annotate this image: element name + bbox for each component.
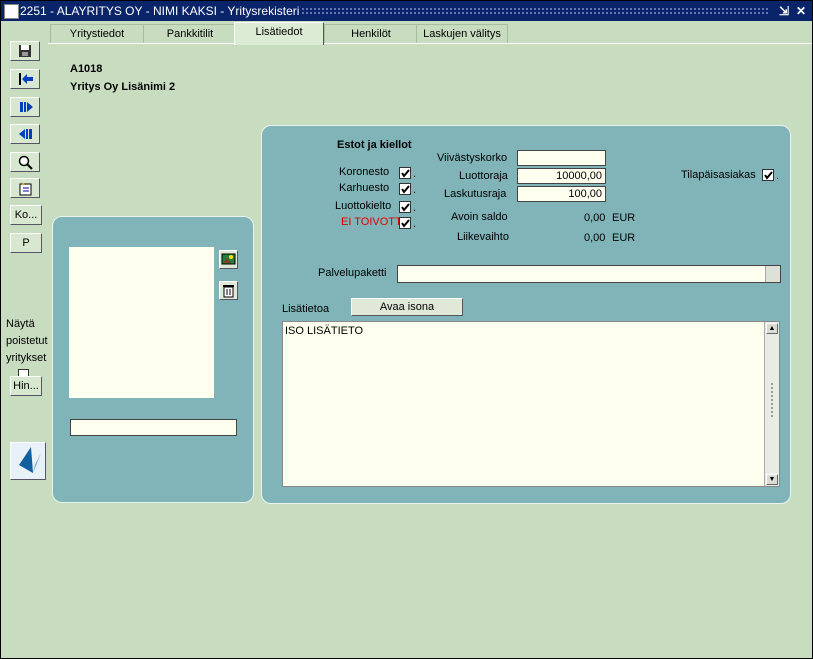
p-button[interactable]: P — [10, 233, 42, 253]
luottoraja-label: Luottoraja — [459, 170, 508, 182]
koronesto-label: Koronesto — [339, 166, 390, 178]
record-id: A1018 — [70, 63, 103, 75]
check-icon — [401, 203, 410, 212]
scroll-down-arrow-icon[interactable]: ▼ — [766, 474, 778, 485]
left-toolbar: Ko... P Näytä poistetut yritykset Hin... — [2, 22, 48, 658]
main-window: 2251 - ALAYRITYS OY - NIMI KAKSI - Yrity… — [0, 0, 813, 659]
search-button[interactable] — [10, 152, 40, 172]
logo-icon — [19, 447, 41, 473]
magnifier-icon — [18, 155, 33, 170]
tilapaisasiakas-checkbox[interactable] — [762, 169, 774, 181]
image-panel — [52, 216, 254, 503]
notes-text: ISO LISÄTIETO — [285, 325, 364, 337]
notes-textarea[interactable]: ISO LISÄTIETO ▲ ▼ — [282, 321, 780, 487]
check-icon — [401, 169, 410, 178]
dropdown-button[interactable] — [765, 266, 780, 282]
tab-underline — [48, 43, 812, 44]
luottokielto-label: Luottokielto — [335, 200, 392, 212]
laskutusraja-label: Laskutusraja — [444, 188, 507, 200]
palvelupaketti-label: Palvelupaketti — [318, 267, 387, 279]
avoin-saldo-value: 0,00 — [584, 212, 606, 224]
save-button[interactable] — [10, 41, 40, 61]
previous-record-button[interactable] — [10, 124, 40, 144]
image-area[interactable] — [69, 247, 214, 398]
new-document-icon — [19, 182, 32, 196]
check-icon — [764, 171, 773, 180]
first-record-button[interactable] — [10, 69, 40, 89]
floppy-disk-icon — [19, 45, 31, 57]
liikevaihto-unit: EUR — [612, 232, 636, 244]
karhuesto-checkbox[interactable] — [399, 183, 411, 195]
karhuesto-label: Karhuesto — [339, 182, 390, 194]
palvelupaketti-select[interactable] — [397, 265, 781, 283]
lisatietoa-label: Lisätietoa — [282, 303, 330, 315]
ei-toivottu-checkbox[interactable] — [399, 217, 411, 229]
tab-henkilot[interactable]: Henkilöt — [324, 24, 418, 43]
delete-image-button[interactable] — [219, 281, 238, 300]
close-window-button[interactable]: ✕ — [796, 4, 806, 18]
avoin-saldo-label: Avoin saldo — [451, 211, 508, 223]
previous-arrow-icon — [19, 129, 32, 139]
trash-icon — [223, 285, 234, 298]
record-name: Yritys Oy Lisänimi 2 — [70, 81, 176, 93]
next-arrow-icon — [20, 102, 33, 112]
tab-yritystiedot[interactable]: Yritystiedot — [50, 24, 144, 43]
new-record-button[interactable] — [10, 178, 40, 198]
avaa-isona-button[interactable]: Avaa isona — [351, 298, 463, 316]
insert-image-button[interactable] — [219, 250, 238, 269]
details-panel: Estot ja kiellot Koronesto . Karhuesto .… — [261, 125, 791, 504]
luottoraja-field[interactable]: 10000,00 — [517, 168, 606, 184]
show-deleted-label: Näytä poistetut yritykset — [6, 318, 48, 364]
ko-button[interactable]: Ko... — [10, 205, 42, 225]
liikevaihto-label: Liikevaihto — [457, 231, 509, 243]
tab-laskujen-valitys[interactable]: Laskujen välitys — [416, 24, 508, 43]
title-bar[interactable]: 2251 - ALAYRITYS OY - NIMI KAKSI - Yrity… — [1, 1, 812, 21]
window-title: 2251 - ALAYRITYS OY - NIMI KAKSI - Yrity… — [20, 4, 300, 18]
tab-pankkitilit[interactable]: Pankkitilit — [143, 24, 237, 43]
scroll-grip[interactable] — [770, 382, 774, 418]
koronesto-checkbox[interactable] — [399, 167, 411, 179]
restore-window-button[interactable]: ⇲ — [779, 4, 789, 18]
first-record-icon — [19, 73, 33, 85]
check-icon — [401, 185, 410, 194]
avoin-saldo-unit: EUR — [612, 212, 636, 224]
scroll-up-arrow-icon[interactable]: ▲ — [766, 323, 778, 334]
title-bar-pattern — [301, 7, 769, 15]
next-record-button[interactable] — [10, 97, 40, 117]
check-icon — [401, 219, 410, 228]
viivastyskorko-label: Viivästyskorko — [437, 152, 508, 164]
tilapaisasiakas-label: Tilapäisasiakas — [681, 169, 756, 181]
notes-scrollbar[interactable]: ▲ ▼ — [764, 322, 779, 486]
laskutusraja-field[interactable]: 100,00 — [517, 186, 606, 202]
app-icon — [4, 4, 19, 19]
hin-button[interactable]: Hin... — [10, 376, 42, 396]
luottokielto-checkbox[interactable] — [399, 201, 411, 213]
tab-lisatiedot[interactable]: Lisätiedot — [234, 22, 324, 45]
tab-bar: Yritystiedot Pankkitilit Lisätiedot Henk… — [48, 22, 812, 45]
bans-heading: Estot ja kiellot — [337, 139, 412, 151]
liikevaihto-value: 0,00 — [584, 232, 606, 244]
picture-icon — [221, 253, 236, 265]
app-logo — [10, 442, 46, 480]
viivastyskorko-field[interactable] — [517, 150, 606, 166]
image-caption-field[interactable] — [70, 419, 237, 436]
